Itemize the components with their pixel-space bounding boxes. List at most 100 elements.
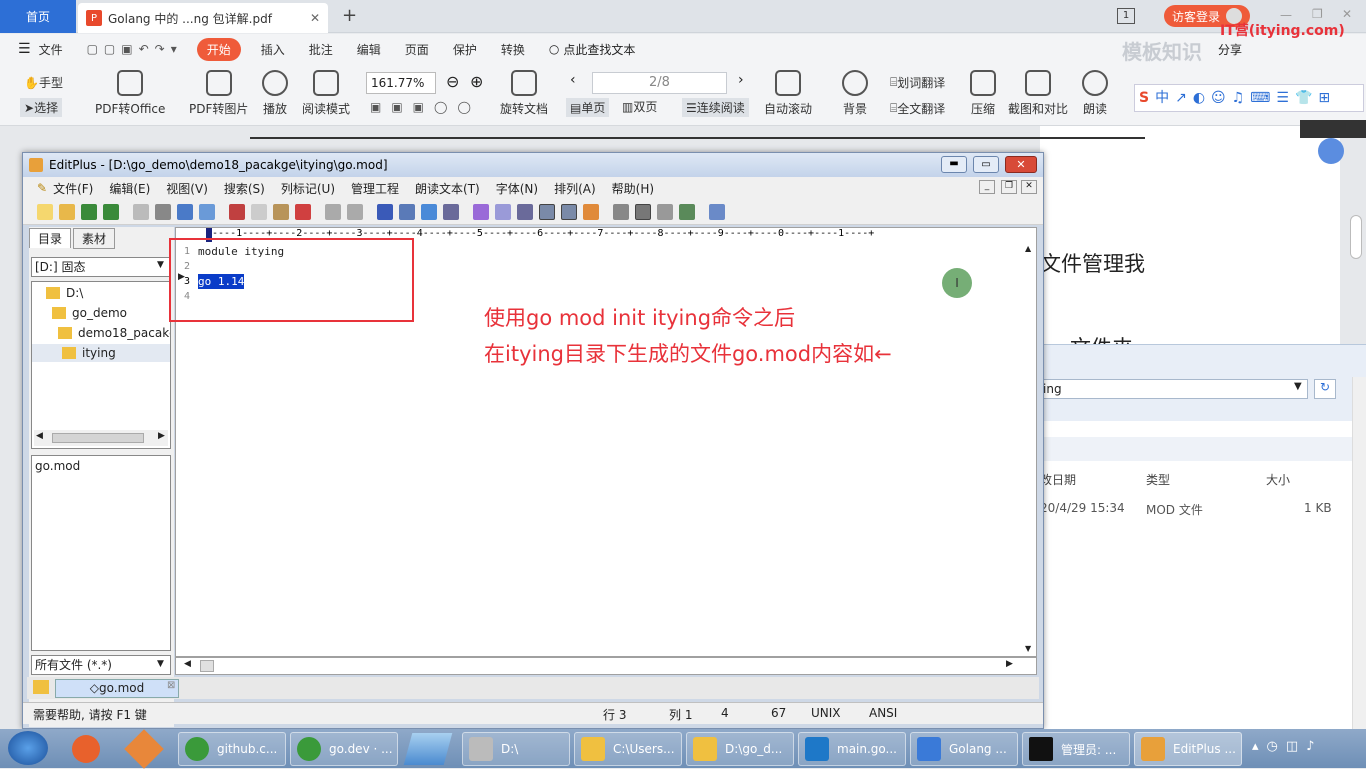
- maximize-icon[interactable]: ❐: [1312, 7, 1323, 21]
- close-icon[interactable]: ✕: [1005, 156, 1037, 173]
- paste-icon[interactable]: [273, 203, 289, 220]
- taskbar-item-active[interactable]: EditPlus ...: [1134, 732, 1242, 766]
- window-count-badge[interactable]: 1: [1117, 8, 1135, 24]
- taskbar-item[interactable]: go.dev · ...: [290, 732, 398, 766]
- ep-menu-search[interactable]: 搜索(S): [224, 180, 265, 197]
- pdf-to-office-button[interactable]: PDF转Office: [95, 70, 165, 117]
- directory-toggle-icon[interactable]: [613, 203, 629, 220]
- ime-toolbar[interactable]: S中↗◐☺♫⌨☰👕⊞: [1134, 84, 1364, 112]
- ep-menu-file[interactable]: 文件(F): [53, 180, 93, 197]
- goto-line-icon[interactable]: [443, 203, 459, 220]
- auto-scroll-button[interactable]: 自动滚动: [764, 70, 812, 117]
- play-button[interactable]: 播放: [262, 70, 288, 117]
- ep-menu-font[interactable]: 字体(N): [496, 180, 538, 197]
- column-type[interactable]: 类型: [1146, 471, 1170, 488]
- taskbar-item[interactable]: main.go...: [798, 732, 906, 766]
- tab-home[interactable]: 首页: [0, 0, 76, 33]
- ep-menu-help[interactable]: 帮助(H): [612, 180, 654, 197]
- scroll-down-icon[interactable]: ▼: [1025, 644, 1031, 653]
- firefox-icon[interactable]: [72, 735, 100, 763]
- cliptext-icon[interactable]: [657, 203, 673, 220]
- doc-close-icon[interactable]: ✕: [1021, 180, 1037, 194]
- hex-icon[interactable]: [495, 203, 511, 220]
- float-assistant-icon[interactable]: [1318, 138, 1344, 164]
- git-icon[interactable]: [124, 729, 164, 769]
- read-aloud-button[interactable]: 朗读: [1082, 70, 1108, 117]
- menu-hamburger-icon[interactable]: ☰: [18, 41, 31, 57]
- ep-menu-project[interactable]: 管理工程: [351, 180, 399, 197]
- word-wrap-icon[interactable]: [517, 203, 533, 220]
- column-modified[interactable]: 改日期: [1040, 471, 1076, 488]
- tab-clips[interactable]: 素材: [73, 227, 116, 249]
- help-icon[interactable]: [709, 203, 725, 220]
- code-editor[interactable]: +----1----+----2----+----3----+----4----…: [169, 227, 1037, 657]
- menu-start[interactable]: 开始: [196, 37, 241, 61]
- refresh-icon[interactable]: ↻: [1314, 379, 1336, 399]
- find-in-files-icon[interactable]: [421, 203, 437, 220]
- redo-icon[interactable]: [347, 203, 363, 220]
- file-list-item[interactable]: go.mod: [35, 459, 80, 473]
- page-number-input[interactable]: 2/8: [592, 72, 727, 94]
- tree-item[interactable]: D:\: [46, 286, 83, 300]
- pdf-scrollbar[interactable]: [1350, 215, 1362, 259]
- replace-icon[interactable]: [399, 203, 415, 220]
- close-icon[interactable]: ✕: [310, 11, 320, 25]
- tab-pdf-document[interactable]: P Golang 中的 ...ng 包详解.pdf ✕: [78, 3, 328, 33]
- menu-annotate[interactable]: 批注: [309, 41, 333, 58]
- close-window-icon[interactable]: ✕: [1342, 7, 1352, 21]
- menu-protect[interactable]: 保护: [453, 41, 477, 58]
- continuous-read-button[interactable]: ☰ 连续阅读: [682, 98, 749, 117]
- folder-icon[interactable]: [33, 680, 49, 694]
- scroll-thumb[interactable]: [200, 660, 214, 672]
- editor-hscrollbar[interactable]: ◀ ▶: [175, 657, 1037, 675]
- taskbar-item[interactable]: D:\go_d...: [686, 732, 794, 766]
- compress-button[interactable]: 压缩: [970, 70, 996, 117]
- scroll-right-icon[interactable]: ▶: [158, 431, 165, 441]
- taskbar-item[interactable]: 管理员: ...: [1022, 732, 1130, 766]
- double-page-button[interactable]: ▥ 双页: [622, 98, 657, 115]
- doc-minimize-icon[interactable]: _: [979, 180, 995, 194]
- word-translate-button[interactable]: ⌸ 划词翻译: [890, 74, 945, 91]
- drive-select[interactable]: [D:] 固态: [31, 257, 171, 277]
- select-tool[interactable]: ➤ 选择: [20, 98, 63, 117]
- copy-icon[interactable]: [251, 203, 267, 220]
- new-tab-button[interactable]: +: [342, 5, 357, 26]
- print-icon[interactable]: [155, 203, 171, 220]
- status-encoding[interactable]: ANSI: [869, 706, 897, 720]
- zoom-select[interactable]: 161.77%: [366, 72, 436, 94]
- undo-icon[interactable]: [325, 203, 341, 220]
- fit-mode-icons[interactable]: ▣▣▣◯◯: [370, 100, 490, 118]
- taskbar-item[interactable]: Golang ...: [910, 732, 1018, 766]
- new-file-icon[interactable]: [37, 203, 53, 220]
- full-translate-button[interactable]: ⌸ 全文翻译: [890, 100, 945, 117]
- ep-menu-edit[interactable]: 编辑(E): [109, 180, 150, 197]
- taskbar-item[interactable]: C:\Users...: [574, 732, 682, 766]
- zoom-in-icon[interactable]: ⊕: [470, 72, 483, 91]
- hand-tool[interactable]: ✋ 手型: [24, 74, 63, 91]
- rotate-document-button[interactable]: 旋转文档: [500, 70, 548, 117]
- find-icon[interactable]: [377, 203, 393, 220]
- scroll-left-icon[interactable]: ◀: [36, 431, 43, 441]
- ep-menu-column[interactable]: 列标记(U): [281, 180, 335, 197]
- scroll-thumb[interactable]: [52, 433, 144, 443]
- menu-page[interactable]: 页面: [405, 41, 429, 58]
- chevron-down-icon[interactable]: ▼: [157, 659, 164, 669]
- single-page-button[interactable]: ▤ 单页: [566, 98, 610, 117]
- ep-menu-arrange[interactable]: 排列(A): [554, 180, 596, 197]
- chevron-down-icon[interactable]: ▼: [1294, 381, 1302, 392]
- output-window-icon[interactable]: [635, 203, 651, 220]
- taskbar-item[interactable]: github.c...: [178, 732, 286, 766]
- maximize-icon[interactable]: ▭: [973, 156, 999, 173]
- quick-access-icons[interactable]: ▢▢▣↶↷▾: [87, 42, 183, 56]
- browser-icon[interactable]: [199, 203, 215, 220]
- tab-directory[interactable]: 目录: [29, 228, 72, 248]
- check-icon[interactable]: [583, 203, 599, 220]
- notepad-icon[interactable]: [403, 733, 453, 765]
- minimize-icon[interactable]: ▬: [941, 156, 967, 173]
- find-text-input[interactable]: 点此查找文本: [563, 41, 635, 58]
- print-preview-icon[interactable]: [133, 203, 149, 220]
- ime-mini-bar[interactable]: [1300, 120, 1366, 138]
- tree-item[interactable]: demo18_pacakge: [58, 326, 170, 340]
- ep-menu-read[interactable]: 朗读文本(T): [415, 180, 480, 197]
- menu-convert[interactable]: 转换: [501, 41, 525, 58]
